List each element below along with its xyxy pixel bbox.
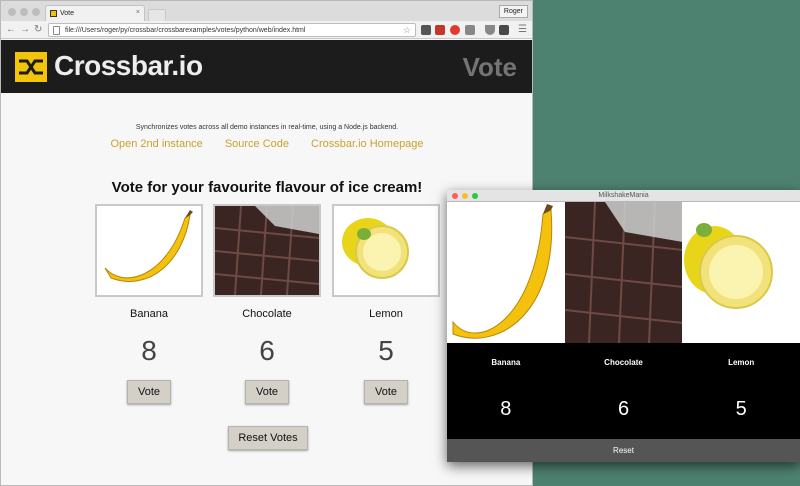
vote-button-lemon[interactable]: Vote	[364, 380, 408, 404]
zoom-window-button[interactable]	[32, 8, 40, 16]
tab-title: Vote	[60, 10, 75, 17]
url-text: file:///Users/roger/py/crossbar/crossbar…	[65, 27, 306, 34]
forward-arrow-icon[interactable]: →	[20, 24, 30, 35]
app-flavour-names: Banana Chocolate Lemon	[447, 358, 800, 367]
app-vote-count: 8	[500, 398, 512, 420]
app-image-row	[447, 202, 800, 343]
app-flavour-name: Chocolate	[604, 358, 643, 367]
flavour-name: Lemon	[369, 308, 403, 320]
app-chocolate-image	[564, 202, 683, 343]
extension-icon-4[interactable]	[499, 25, 509, 35]
flavour-card-lemon: Lemon 5 Vote	[332, 204, 440, 404]
extension-icon-2[interactable]	[435, 25, 445, 35]
vote-button-chocolate[interactable]: Vote	[245, 380, 289, 404]
app-vote-count: 5	[735, 398, 747, 420]
flavour-card-chocolate: Chocolate 6 Vote	[213, 204, 321, 404]
tab-vote[interactable]: Vote ×	[45, 5, 145, 21]
banana-image	[95, 204, 203, 297]
user-profile-button[interactable]: Roger	[498, 5, 528, 18]
logo-text[interactable]: Crossbar.io	[54, 50, 203, 82]
app-reset-button[interactable]: Reset	[447, 439, 800, 462]
star-icon[interactable]: ☆	[403, 25, 411, 36]
close-window-button[interactable]	[8, 8, 16, 16]
chocolate-image	[213, 204, 321, 297]
minimize-window-button[interactable]	[462, 193, 468, 199]
app-flavour-name: Lemon	[728, 358, 755, 367]
vote-count: 5	[378, 335, 394, 366]
crossbar-favicon-icon	[50, 10, 57, 17]
lemon-image	[332, 204, 440, 297]
tab-close-icon[interactable]: ×	[136, 9, 140, 16]
minimize-window-button[interactable]	[20, 8, 28, 16]
extension-icon-3[interactable]	[465, 25, 475, 35]
menu-icon[interactable]: ☰	[518, 24, 527, 35]
reload-icon[interactable]: ↻	[34, 24, 42, 35]
app-vote-count: 6	[617, 398, 630, 420]
app-flavour-name: Banana	[491, 358, 521, 367]
source-code-link[interactable]: Source Code	[225, 138, 289, 150]
page-icon	[53, 26, 60, 35]
address-bar[interactable]: file:///Users/roger/py/crossbar/crossbar…	[48, 23, 416, 37]
description: Synchronizes votes across all demo insta…	[135, 124, 399, 131]
app-window-title: MilkshakeMania	[598, 192, 649, 199]
app-title-bar: MilkshakeMania	[447, 190, 800, 202]
crossbar-logo-icon	[15, 52, 47, 82]
extension-icon-1[interactable]	[421, 25, 431, 35]
flavour-name: Chocolate	[242, 308, 292, 320]
vote-count: 6	[259, 335, 275, 366]
app-banana-image	[447, 202, 565, 343]
browser-toolbar: ← → ↻ file:///Users/roger/py/crossbar/cr…	[1, 21, 532, 39]
app-vote-counts: 8 6 5	[447, 398, 800, 421]
open-2nd-instance-link[interactable]: Open 2nd instance	[110, 138, 202, 150]
shield-icon[interactable]	[485, 25, 495, 35]
page-title: Vote	[462, 52, 517, 82]
milkshakemania-window: MilkshakeMania Banana Chocolate Lemon 8 …	[447, 190, 800, 462]
crossbar-homepage-link[interactable]: Crossbar.io Homepage	[311, 138, 424, 150]
vote-button-banana[interactable]: Vote	[127, 380, 171, 404]
close-window-button[interactable]	[452, 193, 458, 199]
tab-bar: Vote × Roger	[1, 1, 532, 21]
links-row: Open 2nd instance Source Code Crossbar.i…	[1, 138, 532, 150]
back-arrow-icon[interactable]: ←	[6, 24, 16, 35]
adblock-icon[interactable]	[450, 25, 460, 35]
site-header: Crossbar.io Vote	[1, 40, 532, 93]
flavour-card-banana: Banana 8 Vote	[95, 204, 203, 404]
flavour-name: Banana	[130, 308, 168, 320]
reset-votes-button[interactable]: Reset Votes	[228, 426, 308, 450]
app-lemon-image	[682, 202, 800, 343]
new-tab-button[interactable]	[148, 9, 166, 21]
vote-count: 8	[141, 335, 157, 366]
zoom-window-button[interactable]	[472, 193, 478, 199]
